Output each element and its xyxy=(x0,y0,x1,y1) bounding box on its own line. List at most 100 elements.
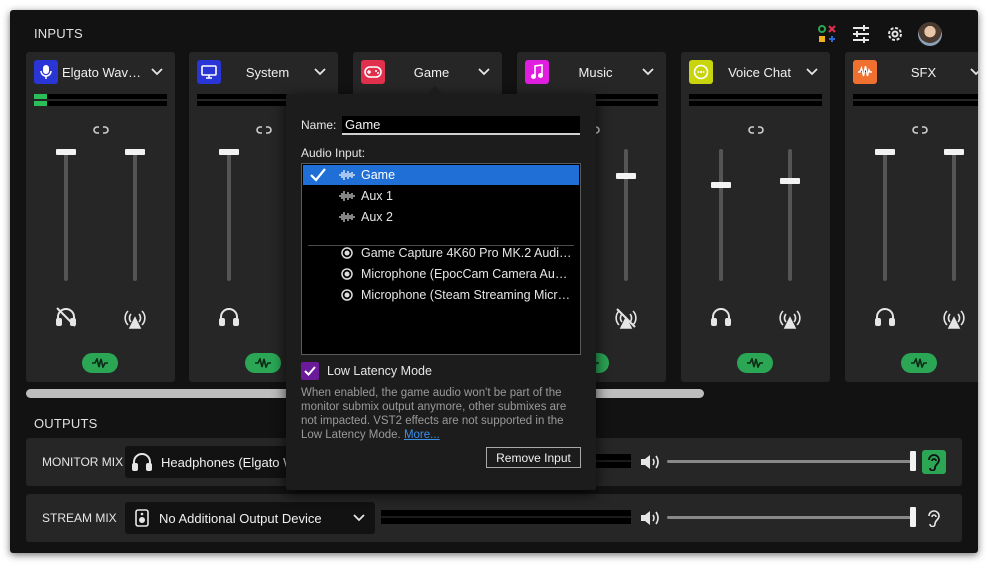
stream-mix-label: STREAM MIX xyxy=(42,511,117,525)
volume-slider-thumb[interactable] xyxy=(944,149,964,155)
low-latency-toggle[interactable]: Low Latency Mode xyxy=(301,362,432,380)
speaker-icon xyxy=(135,509,149,527)
channel-header[interactable]: Elgato Wave ... xyxy=(34,60,167,84)
effects-button[interactable] xyxy=(82,353,118,373)
headphones-icon[interactable] xyxy=(710,306,732,333)
volume-slider-thumb[interactable] xyxy=(56,149,76,155)
volume-slider-track[interactable] xyxy=(64,149,68,281)
stream-mix-row: STREAM MIX No Additional Output Device xyxy=(26,494,962,542)
waveform-icon xyxy=(910,358,928,368)
name-input[interactable] xyxy=(342,116,580,135)
checkmark-icon xyxy=(309,167,327,186)
volume-slider-track[interactable] xyxy=(624,149,628,281)
chevron-down-icon[interactable] xyxy=(642,63,658,81)
remove-input-button[interactable]: Remove Input xyxy=(486,447,581,468)
audio-input-option-aux-2[interactable]: Aux 2 xyxy=(303,207,579,227)
audio-device-option[interactable]: Microphone (EpocCam Camera Audio) xyxy=(303,264,579,284)
broadcast-icon[interactable] xyxy=(123,306,147,335)
audio-input-list[interactable]: Game Aux 1 Aux 2 Game Capture 4K60 Pro M… xyxy=(301,163,581,355)
channel-header[interactable]: System xyxy=(197,60,330,84)
channel-header[interactable]: Game xyxy=(361,60,494,84)
channel-header[interactable]: Voice Chat xyxy=(689,60,822,84)
inputs-section-label: INPUTS xyxy=(34,26,83,41)
audio-input-option-aux-1[interactable]: Aux 1 xyxy=(303,186,579,206)
stream-listen-button[interactable] xyxy=(922,506,946,530)
broadcast-icon[interactable] xyxy=(942,306,966,335)
speaker-volume-icon[interactable] xyxy=(639,509,661,532)
volume-slider-thumb[interactable] xyxy=(711,182,731,188)
outputs-section-label: OUTPUTS xyxy=(34,416,98,431)
input-channel-strip: Elgato Wave ... xyxy=(26,52,175,382)
waveform-icon xyxy=(746,358,764,368)
headphones-icon[interactable] xyxy=(874,306,896,333)
broadcast-muted-icon[interactable] xyxy=(614,306,638,335)
headphones-icon xyxy=(131,451,153,473)
audio-input-label-text: Game xyxy=(361,168,396,182)
link-icon[interactable] xyxy=(911,122,929,140)
radio-device-icon xyxy=(341,268,353,280)
channel-name: System xyxy=(245,64,290,80)
monitor-volume-thumb[interactable] xyxy=(910,451,916,471)
volume-slider-track[interactable] xyxy=(133,149,137,281)
effects-button[interactable] xyxy=(737,353,773,373)
volume-slider-thumb[interactable] xyxy=(616,173,636,179)
audio-input-option-game[interactable]: Game xyxy=(303,165,579,185)
audio-device-label: Microphone (EpocCam Camera Audio) xyxy=(361,267,573,281)
speaker-volume-icon[interactable] xyxy=(639,453,661,476)
chevron-down-icon[interactable] xyxy=(478,63,494,81)
input-channel-strip: Voice Chat xyxy=(681,52,830,382)
volume-slider-thumb[interactable] xyxy=(219,149,239,155)
audio-device-label: Microphone (Steam Streaming Micro... xyxy=(361,288,573,302)
apps-icon[interactable] xyxy=(816,23,838,45)
headphones-icon[interactable] xyxy=(218,306,240,333)
ear-icon xyxy=(926,509,942,527)
chevron-down-icon[interactable] xyxy=(970,63,978,81)
effects-button[interactable] xyxy=(245,353,281,373)
channel-name: Game xyxy=(413,64,450,80)
more-link[interactable]: More... xyxy=(404,429,440,441)
monitor-listen-button[interactable] xyxy=(922,450,946,474)
volume-slider-thumb[interactable] xyxy=(875,149,895,155)
effects-button[interactable] xyxy=(901,353,937,373)
volume-slider-track[interactable] xyxy=(952,149,956,281)
channel-name: Voice Chat xyxy=(728,64,791,80)
volume-slider-track[interactable] xyxy=(883,149,887,281)
mixer-settings-icon[interactable] xyxy=(850,23,872,45)
low-latency-description: When enabled, the game audio won't be pa… xyxy=(301,386,585,442)
broadcast-icon[interactable] xyxy=(778,306,802,335)
low-latency-label: Low Latency Mode xyxy=(327,364,432,378)
avatar[interactable] xyxy=(918,22,942,46)
link-icon[interactable] xyxy=(747,122,765,140)
sound-wave-icon xyxy=(853,60,877,84)
stream-volume-thumb[interactable] xyxy=(910,507,916,527)
volume-slider-thumb[interactable] xyxy=(125,149,145,155)
chevron-down-icon[interactable] xyxy=(806,63,822,81)
volume-slider-track[interactable] xyxy=(788,149,792,281)
link-icon[interactable] xyxy=(255,122,273,140)
volume-slider-thumb[interactable] xyxy=(780,178,800,184)
audio-input-label-text: Aux 1 xyxy=(361,189,393,203)
headphones-muted-icon[interactable] xyxy=(55,306,77,333)
low-latency-checkbox[interactable] xyxy=(301,362,319,380)
gamepad-icon xyxy=(361,60,385,84)
volume-slider-track[interactable] xyxy=(227,149,231,281)
audio-device-option[interactable]: Game Capture 4K60 Pro MK.2 Audio ... xyxy=(303,243,579,263)
audio-input-label-text: Aux 2 xyxy=(361,210,393,224)
link-icon[interactable] xyxy=(92,122,110,140)
channel-header[interactable]: SFX xyxy=(853,60,978,84)
audio-device-option[interactable]: Microphone (Steam Streaming Micro... xyxy=(303,285,579,305)
top-toolbar xyxy=(816,22,942,46)
level-meter xyxy=(689,94,822,99)
monitor-volume-track[interactable] xyxy=(667,460,915,463)
stream-volume-track[interactable] xyxy=(667,516,915,519)
channel-name: Elgato Wave ... xyxy=(62,64,150,80)
level-meter xyxy=(853,94,978,99)
chevron-down-icon[interactable] xyxy=(151,63,167,81)
gear-icon[interactable] xyxy=(884,23,906,45)
level-meter xyxy=(34,94,167,99)
stream-output-device-select[interactable]: No Additional Output Device xyxy=(125,502,375,534)
waveform-icon xyxy=(339,169,355,184)
chevron-down-icon[interactable] xyxy=(314,63,330,81)
volume-slider-track[interactable] xyxy=(719,149,723,281)
channel-header[interactable]: Music xyxy=(525,60,658,84)
